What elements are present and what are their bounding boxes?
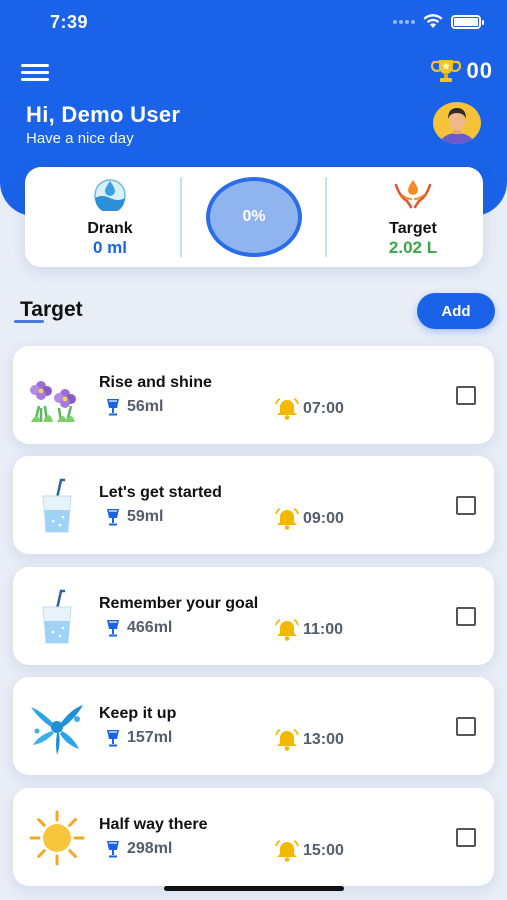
reminder-time: 15:00	[275, 840, 344, 862]
reminder-checkbox[interactable]	[456, 496, 476, 515]
reminder-amount: 157ml	[105, 729, 172, 747]
glass-icon	[107, 620, 119, 637]
avatar[interactable]	[433, 102, 481, 144]
stats-card: Drank 0 ml 0% Target 2.02 L	[25, 167, 483, 267]
reminder-amount: 59ml	[105, 508, 163, 526]
target-stat: Target 2.02 L	[363, 177, 463, 258]
reminder-title: Half way there	[99, 816, 208, 833]
home-indicator[interactable]	[164, 886, 344, 891]
reminder-time: 09:00	[275, 508, 344, 530]
drank-label: Drank	[87, 220, 133, 237]
water-cup-icon	[42, 589, 72, 644]
stats-divider-right	[325, 177, 327, 257]
signal-icon	[393, 19, 415, 24]
alarm-bell-icon	[275, 619, 299, 641]
hands-water-icon	[394, 180, 432, 209]
reminder-time-value: 11:00	[303, 621, 344, 638]
reminder-amount: 56ml	[105, 398, 163, 416]
user-avatar-icon	[440, 108, 474, 144]
alarm-bell-icon	[275, 729, 299, 751]
section-title-underline	[14, 320, 44, 323]
greeting-title: Hi, Demo User	[26, 102, 181, 127]
glass-icon	[107, 399, 119, 416]
hamburger-icon-line	[21, 78, 49, 81]
stats-divider-left	[180, 177, 182, 257]
reminder-title: Rise and shine	[99, 374, 212, 391]
reminder-amount-value: 56ml	[127, 398, 164, 415]
glass-icon	[107, 730, 119, 747]
status-time: 7:39	[50, 12, 89, 32]
reminder-amount-value: 298ml	[127, 840, 173, 857]
reminder-title: Keep it up	[99, 705, 177, 722]
menu-button[interactable]	[21, 64, 49, 84]
target-value: 2.02 L	[388, 238, 438, 257]
reminder-time-value: 13:00	[303, 731, 344, 748]
reminder-time-value: 07:00	[303, 400, 344, 417]
water-drop-globe-icon	[94, 179, 126, 213]
reminder-amount-value: 59ml	[127, 508, 164, 525]
flowers-icon	[30, 381, 76, 423]
alarm-bell-icon	[275, 398, 299, 420]
add-button[interactable]: Add	[417, 293, 495, 329]
battery-icon	[451, 14, 484, 29]
reminder-amount-value: 157ml	[127, 729, 173, 746]
reminder-checkbox[interactable]	[456, 607, 476, 626]
reminder-title: Let's get started	[99, 484, 222, 501]
trophy-icon	[430, 60, 461, 82]
reminder-time: 07:00	[275, 398, 344, 420]
target-label: Target	[389, 220, 437, 237]
reminder-time: 11:00	[275, 619, 343, 641]
reminder-card[interactable]: Rise and shine 56ml 07:00	[13, 346, 494, 444]
hamburger-icon-line	[21, 71, 49, 74]
reminder-amount-value: 466ml	[127, 619, 173, 636]
reminder-checkbox[interactable]	[456, 828, 476, 847]
reminder-checkbox[interactable]	[456, 386, 476, 405]
greeting: Hi, Demo User Have a nice day	[26, 102, 180, 147]
section-title: Target	[20, 298, 83, 321]
reminder-time-value: 15:00	[303, 842, 344, 859]
hamburger-icon-line	[21, 64, 49, 67]
trophy-count: 00	[466, 58, 493, 83]
greeting-subtitle: Have a nice day	[26, 130, 134, 147]
reminder-card[interactable]: Half way there 298ml 15:00	[13, 788, 494, 886]
progress-circle: 0%	[206, 177, 302, 257]
water-cup-icon	[42, 478, 72, 533]
reminder-amount: 298ml	[105, 840, 172, 858]
reminder-card[interactable]: Remember your goal 466ml 11:00	[13, 567, 494, 665]
drank-value: 0 ml	[92, 238, 128, 257]
reminder-title: Remember your goal	[99, 595, 259, 612]
reminder-amount: 466ml	[105, 619, 172, 637]
reminder-time: 13:00	[275, 729, 344, 751]
reminder-checkbox[interactable]	[456, 717, 476, 736]
reminder-time-value: 09:00	[303, 510, 344, 527]
glass-icon	[107, 841, 119, 858]
alarm-bell-icon	[275, 508, 299, 530]
trophy-badge[interactable]: 00	[430, 58, 493, 84]
reminder-card[interactable]: Keep it up 157ml 13:00	[13, 677, 494, 775]
sun-icon	[29, 810, 85, 866]
glass-icon	[107, 509, 119, 526]
reminder-card[interactable]: Let's get started 59ml 09:00	[13, 456, 494, 554]
status-bar: 7:39	[0, 0, 507, 46]
water-splash-icon	[31, 705, 83, 755]
wifi-icon	[423, 14, 443, 28]
drank-stat: Drank 0 ml	[65, 177, 155, 258]
status-icons	[393, 14, 484, 29]
alarm-bell-icon	[275, 840, 299, 862]
